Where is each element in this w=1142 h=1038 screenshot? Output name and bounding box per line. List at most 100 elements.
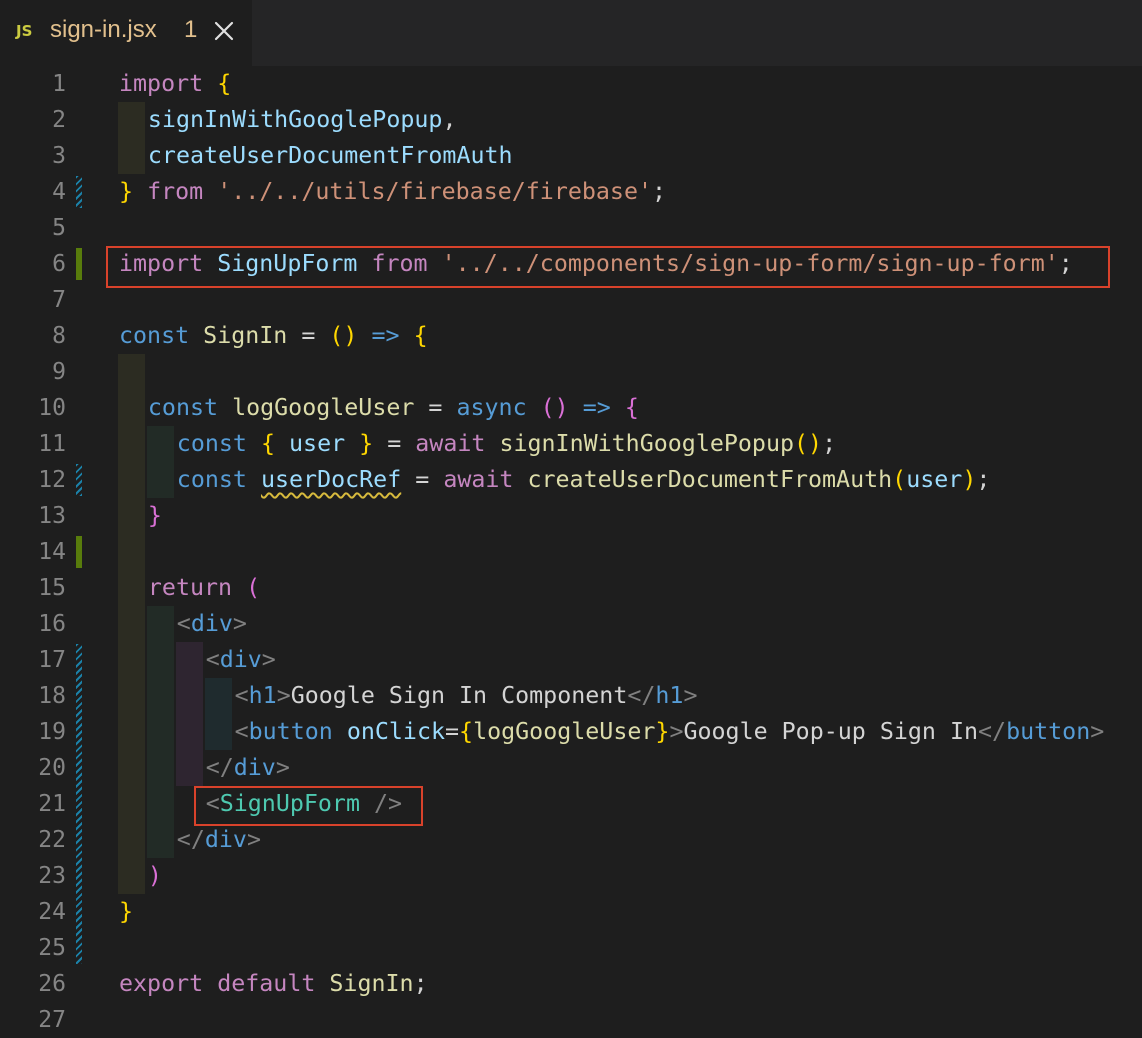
code-token: < <box>234 718 249 745</box>
code-token: Google Pop-up Sign In <box>683 718 979 745</box>
code-token: ) <box>962 466 977 493</box>
git-modified-marker[interactable] <box>76 644 82 964</box>
code-token: } <box>655 718 670 745</box>
git-modified-marker[interactable] <box>76 464 82 496</box>
code-line[interactable]: const userDocRef = await createUserDocum… <box>177 462 991 498</box>
tab-filename: sign-in.jsx <box>50 16 157 43</box>
code-line[interactable]: </div> <box>177 822 261 858</box>
code-line[interactable]: } from '../../utils/firebase/firebase'; <box>119 174 666 210</box>
code-token: user <box>289 430 346 457</box>
line-number: 24 <box>38 899 66 925</box>
code-token: => <box>582 394 611 421</box>
code-token: } <box>119 898 134 925</box>
code-token: div <box>233 754 276 781</box>
code-token: SignIn <box>329 970 414 997</box>
git-added-marker[interactable] <box>76 536 82 568</box>
code-token: < <box>205 646 220 673</box>
code-token: logGoogleUser <box>232 394 415 421</box>
line-number: 22 <box>38 827 66 853</box>
code-token: > <box>669 718 684 745</box>
code-token: </ <box>205 754 234 781</box>
code-line[interactable]: </div> <box>206 750 290 786</box>
code-token: = <box>373 430 416 457</box>
code-line[interactable]: <div> <box>206 642 276 678</box>
code-token: ( <box>892 466 907 493</box>
code-token: () <box>540 394 569 421</box>
code-line[interactable]: const logGoogleUser = async () => { <box>148 390 639 426</box>
line-number: 10 <box>38 395 66 421</box>
code-token: const <box>147 394 219 421</box>
code-token: from <box>147 178 204 205</box>
code-line[interactable]: createUserDocumentFromAuth <box>148 138 513 174</box>
code-token: const <box>176 466 247 493</box>
code-token: async <box>456 394 527 421</box>
code-line[interactable]: const SignIn = () => { <box>119 318 428 354</box>
code-token: > <box>276 682 291 709</box>
code-token: ; <box>976 466 991 493</box>
line-number: 1 <box>52 71 66 97</box>
code-token: { <box>260 430 275 457</box>
close-icon[interactable] <box>212 19 236 43</box>
code-token: () <box>794 430 823 457</box>
code-token: > <box>232 610 247 637</box>
line-number: 21 <box>38 791 66 817</box>
code-token: ; <box>413 970 428 997</box>
code-token: default <box>217 970 316 997</box>
line-number: 13 <box>38 503 66 529</box>
code-line[interactable]: export default SignIn; <box>119 966 428 1002</box>
indent-guide <box>175 642 203 786</box>
line-number: 3 <box>52 143 66 169</box>
line-number: 2 <box>52 107 66 133</box>
code-token: '../../utils/firebase/firebase' <box>217 178 653 205</box>
javascript-file-icon: JS <box>16 22 33 40</box>
problems-count-badge: 1 <box>184 16 198 43</box>
line-number: 16 <box>38 611 66 637</box>
code-token: = <box>401 466 444 493</box>
code-token: ; <box>652 178 667 205</box>
code-token: < <box>176 610 191 637</box>
code-line[interactable]: signInWithGooglePopup, <box>148 102 457 138</box>
code-editor[interactable]: 1 2 3 4 5 6 7 8 9 10 11 12 13 14 15 16 17 18 19 20 21 22 23 24 2… <box>0 66 1142 1033</box>
line-number: 11 <box>38 431 66 457</box>
code-line[interactable]: } <box>148 498 162 534</box>
code-line[interactable]: } <box>119 894 133 930</box>
tab-sign-in-jsx[interactable]: JS sign-in.jsx 1 <box>0 0 252 66</box>
code-token: Google Sign In Component <box>290 682 628 709</box>
code-token: await <box>415 430 486 457</box>
code-line[interactable]: return ( <box>148 570 260 606</box>
code-token: = <box>287 322 330 349</box>
code-token: div <box>190 610 233 637</box>
code-token: signInWithGooglePopup <box>499 430 794 457</box>
code-token: h1 <box>248 682 277 709</box>
indent-guide <box>146 426 174 498</box>
git-modified-marker[interactable] <box>76 176 82 208</box>
code-token: </ <box>978 718 1007 745</box>
git-added-marker[interactable] <box>76 248 82 280</box>
line-number: 12 <box>38 467 66 493</box>
code-line[interactable]: <div> <box>177 606 247 642</box>
line-number: 5 <box>52 215 66 241</box>
code-line[interactable]: ) <box>148 858 162 894</box>
code-token: div <box>219 646 262 673</box>
code-token: div <box>204 826 247 853</box>
code-token: } <box>147 502 162 529</box>
code-token: < <box>234 682 249 709</box>
code-line[interactable]: const { user } = await signInWithGoogleP… <box>177 426 836 462</box>
code-line[interactable]: import { <box>119 66 231 102</box>
line-number: 15 <box>38 575 66 601</box>
code-token: await <box>443 466 514 493</box>
code-token: logGoogleUser <box>473 718 656 745</box>
code-token: > <box>1090 718 1105 745</box>
code-token: const <box>176 430 247 457</box>
code-line[interactable]: <h1>Google Sign In Component</h1> <box>235 678 698 714</box>
code-token: => <box>371 322 400 349</box>
code-token: h1 <box>655 682 684 709</box>
code-line[interactable]: <button onClick={logGoogleUser}>Google P… <box>235 714 1105 750</box>
